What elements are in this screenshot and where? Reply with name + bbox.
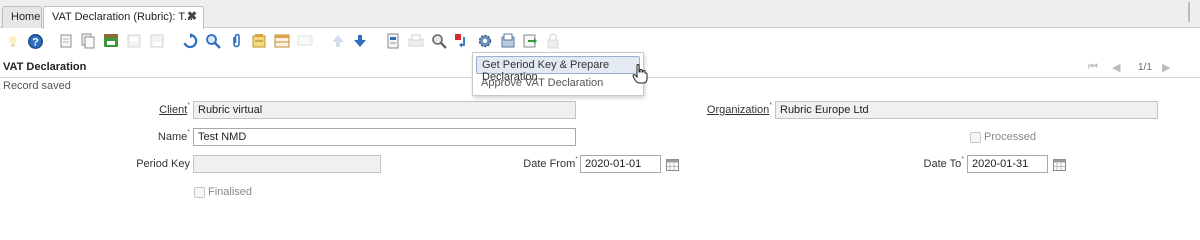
tab-vat-declaration[interactable]: VAT Declaration (Rubric): T... ✖ [43,6,204,29]
tab-bar-resize-handle[interactable] [1188,2,1190,22]
export-icon[interactable] [521,32,539,50]
date-to-label: Date To* [890,156,964,170]
workflow-icon[interactable] [453,32,471,50]
period-key-label-text: Period Key [136,158,190,170]
process-icon[interactable] [476,32,494,50]
date-to-label-text: Date To [923,158,962,170]
period-key-label: Period Key [100,158,190,170]
next-record-icon[interactable] [351,32,369,50]
status-message: Record saved [3,80,71,92]
finalised-label: Finalised [208,186,253,198]
copy-record-icon[interactable] [79,32,97,50]
processed-label: Processed [984,131,1036,143]
processed-checkbox[interactable] [970,132,981,143]
zoom-across-icon[interactable] [430,32,448,50]
mandatory-marker: * [187,102,190,109]
tab-home[interactable]: Home [2,6,42,28]
mandatory-marker: * [961,156,964,163]
organization-label[interactable]: Organization* [680,102,772,116]
record-navigation: ⏮ ◀ 1/1 ▶ [1086,61,1186,75]
new-record-icon[interactable] [57,32,75,50]
menu-item-approve-vat-declaration[interactable]: Approve VAT Declaration [476,75,640,93]
previous-record-nav-icon[interactable]: ◀ [1112,61,1120,74]
process-menu: Get Period Key & Prepare Declaration App… [472,52,644,96]
help-icon[interactable]: ? [26,32,44,50]
print-icon[interactable] [407,32,425,50]
find-icon[interactable] [204,32,222,50]
previous-record-icon[interactable] [329,32,347,50]
svg-text:?: ? [32,36,39,48]
period-key-field[interactable] [193,155,381,173]
next-record-nav-icon[interactable]: ▶ [1162,61,1170,74]
close-tab-icon[interactable]: ✖ [187,9,197,23]
client-label-text: Client [159,104,188,116]
grid-toggle-icon[interactable] [273,32,291,50]
date-from-label: Date From* [500,156,578,170]
record-count: 1/1 [1138,62,1152,73]
save-icon[interactable] [102,32,120,50]
archive-icon[interactable] [499,32,517,50]
chat-icon[interactable] [296,32,314,50]
delete-icon[interactable] [125,32,143,50]
notes-icon[interactable] [250,32,268,50]
name-field[interactable]: Test NMD [193,128,576,146]
mandatory-marker: * [575,156,578,163]
delete-selection-icon[interactable] [148,32,166,50]
name-label-text: Name [157,131,188,143]
tab-vat-declaration-label: VAT Declaration (Rubric): T... [52,11,194,23]
tab-bar: Home VAT Declaration (Rubric): T... ✖ [0,0,1200,29]
window-title: VAT Declaration [3,61,87,73]
menu-item-get-period-key[interactable]: Get Period Key & Prepare Declaration [476,56,640,83]
hand-cursor-icon [632,64,648,87]
client-field[interactable]: Rubric virtual [193,101,576,119]
tab-home-label: Home [11,11,41,23]
client-label[interactable]: Client* [110,102,190,116]
refresh-icon[interactable] [181,32,199,50]
organization-field[interactable]: Rubric Europe Ltd [775,101,1158,119]
first-record-icon[interactable]: ⏮ [1088,61,1098,74]
date-to-calendar-icon[interactable] [1051,156,1067,172]
date-to-field[interactable]: 2020-01-31 [967,155,1048,173]
report-icon[interactable] [384,32,402,50]
mandatory-marker: * [187,129,190,136]
name-label: Name* [110,129,190,143]
lock-icon[interactable] [544,32,562,50]
date-from-label-text: Date From [523,158,576,170]
date-from-calendar-icon[interactable] [664,156,680,172]
lamp-icon[interactable] [4,32,22,50]
organization-label-text: Organization [706,104,770,116]
attachment-icon[interactable] [227,32,245,50]
mandatory-marker: * [769,102,772,109]
finalised-checkbox[interactable] [194,187,205,198]
date-from-field[interactable]: 2020-01-01 [580,155,661,173]
